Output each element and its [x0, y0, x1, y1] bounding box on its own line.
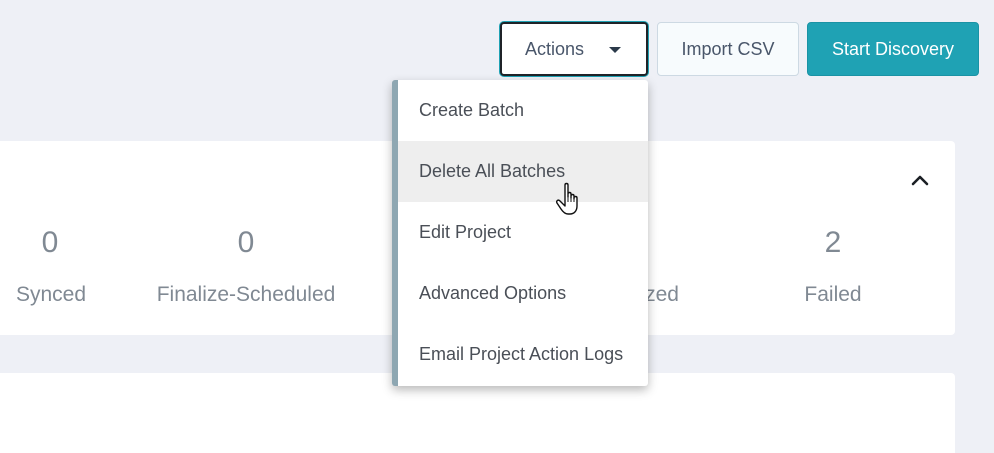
menu-item-label: Edit Project — [419, 222, 512, 242]
stat-finalized-label: zed — [645, 283, 679, 306]
stat-synced-value: 0 — [41, 226, 59, 259]
stat-finalize-scheduled-value: 0 — [237, 226, 255, 259]
menu-item-create-batch[interactable]: Create Batch — [398, 80, 648, 141]
menu-item-advanced-options[interactable]: Advanced Options — [398, 263, 648, 324]
stat-finalize-scheduled-label: Finalize-Scheduled — [156, 283, 336, 306]
hand-pointer-cursor-icon — [556, 182, 578, 215]
stat-failed-value: 2 — [824, 226, 842, 259]
menu-item-label: Email Project Action Logs — [419, 344, 624, 364]
menu-item-delete-all-batches[interactable]: Delete All Batches — [398, 141, 648, 202]
stat-failed-label: Failed — [804, 283, 862, 306]
actions-dropdown-menu: Create Batch Delete All Batches Edit Pro… — [392, 80, 648, 386]
start-discovery-button[interactable]: Start Discovery — [807, 22, 979, 76]
actions-button-label: Actions — [525, 38, 585, 59]
menu-item-label: Advanced Options — [419, 283, 567, 303]
menu-item-edit-project[interactable]: Edit Project — [398, 202, 648, 263]
import-csv-button[interactable]: Import CSV — [657, 22, 799, 76]
menu-item-label: Create Batch — [419, 100, 525, 120]
stat-synced-label: Synced — [15, 283, 87, 306]
import-csv-label: Import CSV — [681, 38, 775, 59]
caret-down-icon — [609, 47, 621, 53]
menu-item-label: Delete All Batches — [419, 161, 566, 181]
actions-dropdown-button[interactable]: Actions — [500, 22, 648, 76]
chevron-up-icon[interactable] — [911, 174, 929, 186]
menu-item-email-project-action-logs[interactable]: Email Project Action Logs — [398, 324, 648, 385]
start-discovery-label: Start Discovery — [831, 38, 955, 59]
